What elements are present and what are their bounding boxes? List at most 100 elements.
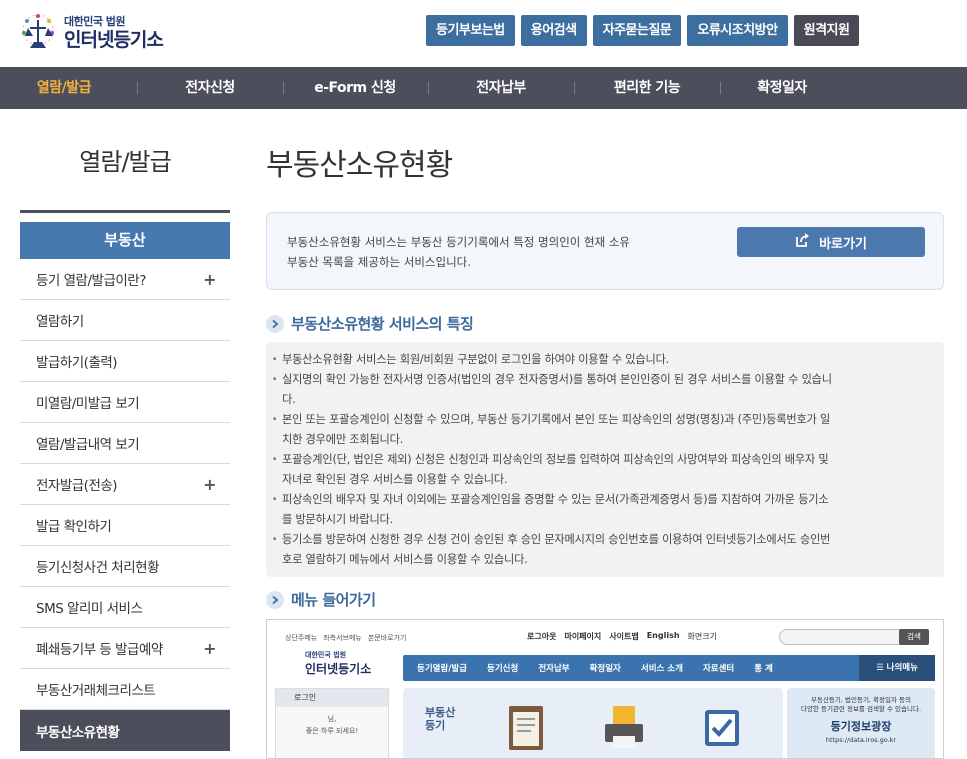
logo-subtitle: 대한민국 법원 <box>64 15 126 28</box>
sidebar-item-sms-alert[interactable]: SMS 알리미 서비스 <box>20 587 230 628</box>
sidebar-item-e-issue[interactable]: 전자발급(전송) + <box>20 464 230 505</box>
sidebar-item-trade-checklist[interactable]: 부동산거래체크리스트 <box>20 669 230 710</box>
preview-nav-item: 전자납부 <box>538 664 570 674</box>
utility-buttons: 등기부보는법 용어검색 자주묻는질문 오류시조치방안 원격지원 <box>426 15 860 46</box>
sidebar-item-label: 발급하기(출력) <box>36 355 118 371</box>
gnb-view-issue[interactable]: 열람/발급 <box>22 67 106 109</box>
intro-text: 부동산소유현황 서비스는 부동산 등기기록에서 특정 명의인이 현재 소유 부동… <box>287 232 707 272</box>
feature-line: 피상속인의 배우자 및 자녀 이외에는 포괄승계인임을 증명할 수 있는 문서(… <box>282 493 829 506</box>
external-link-icon <box>795 232 811 252</box>
preview-logo-subtitle: 대한민국 법원 <box>305 651 347 659</box>
error-fix-button[interactable]: 오류시조치방안 <box>687 15 788 46</box>
term-search-button[interactable]: 용어검색 <box>520 15 587 46</box>
gnb-divider <box>137 82 138 94</box>
sidebar-title: 열람/발급 <box>79 148 171 176</box>
menu-icon: ☰ <box>876 663 884 673</box>
sidebar-item-label: 부동산거래체크리스트 <box>36 683 156 699</box>
preview-my-menu-label: 나의메뉴 <box>886 663 918 673</box>
faq-button[interactable]: 자주묻는질문 <box>592 15 682 46</box>
preview-search-box <box>779 629 909 645</box>
feature-line: 부동산소유현황 서비스는 회원/비회원 구분없이 로그인을 하여야 이용할 수 … <box>282 353 670 366</box>
expand-icon: + <box>203 638 216 658</box>
preview-data-plaza-title: 등기정보광장 <box>830 720 892 733</box>
intro-box: 부동산소유현황 서비스는 부동산 등기기록에서 특정 명의인이 현재 소유 부동… <box>266 212 944 290</box>
features-box: 부동산소유현황 서비스는 회원/비회원 구분없이 로그인을 하여야 이용할 수 … <box>266 342 944 577</box>
menu-preview-image: 상단주메뉴 좌측서브메뉴 본문바로가기 로그아웃 마이페이지 사이트맵 Engl… <box>266 619 944 759</box>
sidebar-menu: 등기 열람/발급이란? + 열람하기 발급하기(출력) 미열람/미발급 보기 열람… <box>20 259 230 751</box>
chevron-right-icon <box>266 314 284 333</box>
page-title: 부동산소유현황 <box>266 148 453 183</box>
sidebar-item-view[interactable]: 열람하기 <box>20 300 230 341</box>
preview-login-line: 좋은 하루 되세요! <box>305 727 359 735</box>
site-logo[interactable]: 대한민국 법원 인터넷등기소 <box>18 6 188 58</box>
sidebar-item-what-is-view-issue[interactable]: 등기 열람/발급이란? + <box>20 259 230 300</box>
preview-data-plaza-line: 다양한 등기관련 정보를 검색할 수 있습니다. <box>800 705 922 713</box>
preview-skip-link: 좌측서브메뉴 <box>323 634 362 642</box>
preview-nav-item: 자료센터 <box>702 664 735 674</box>
remote-support-button[interactable]: 원격지원 <box>793 15 860 46</box>
preview-login-header: 로그인 <box>276 689 388 707</box>
feature-line: 다. <box>282 393 296 406</box>
sidebar-item-label: 열람/발급내역 보기 <box>36 437 140 453</box>
chevron-right-icon <box>266 590 284 609</box>
sidebar-item-history[interactable]: 열람/발급내역 보기 <box>20 423 230 464</box>
gnb-e-application[interactable]: 전자신청 <box>168 67 252 109</box>
gnb-fixed-date[interactable]: 확정일자 <box>740 67 824 109</box>
gnb-eform[interactable]: e-Form 신청 <box>305 67 405 109</box>
expand-icon: + <box>203 474 216 494</box>
menu-entry-title: 메뉴 들어가기 <box>291 591 376 609</box>
preview-login-box: 로그인 님, 좋은 하루 되세요! <box>275 688 389 758</box>
features-heading: 부동산소유현황 서비스의 특징 <box>266 313 474 334</box>
feature-item: 실지명의 확인 가능한 전자서명 인증서(법인의 경우 전자증명서)를 통하여 … <box>272 370 938 410</box>
feature-item: 피상속인의 배우자 및 자녀 이외에는 포괄승계인임을 증명할 수 있는 문서(… <box>272 490 938 530</box>
sidebar-item-verify-issue[interactable]: 발급 확인하기 <box>20 505 230 546</box>
sidebar-item-label: 등기 열람/발급이란? <box>36 273 146 289</box>
preview-top-link: English <box>646 631 680 640</box>
feature-line: 등기소를 방문하여 신청한 경우 신청 건이 승인된 후 승인 문자메시지의 승… <box>282 533 831 546</box>
preview-nav-item: 등기신청 <box>487 664 519 674</box>
gnb-divider <box>720 82 721 94</box>
preview-skip-links: 상단주메뉴 좌측서브메뉴 본문바로가기 <box>285 633 406 643</box>
gnb-e-payment[interactable]: 전자납부 <box>459 67 543 109</box>
feature-line: 치한 경우에만 조회됩니다. <box>282 433 404 446</box>
preview-nav-item: 등기열람/발급 <box>417 664 468 674</box>
feature-line: 포괄승계인(단, 법인은 제외) 신청은 신청인과 피상속인의 정보를 입력하여… <box>282 453 829 466</box>
preview-skip-link: 상단주메뉴 <box>285 634 318 642</box>
feature-item: 포괄승계인(단, 법인은 제외) 신청은 신청인과 피상속인의 정보를 입력하여… <box>272 450 938 490</box>
preview-my-menu: ☰ 나의메뉴 <box>859 655 935 681</box>
preview-banner: 부동산 등기 <box>403 688 783 758</box>
gnb-divider <box>283 82 284 94</box>
preview-banner-line: 부동산 <box>425 706 456 719</box>
sidebar-item-closed-register-reservation[interactable]: 폐쇄등기부 등 발급예약 + <box>20 628 230 669</box>
preview-skip-link: 본문바로가기 <box>367 634 407 642</box>
sidebar-item-ownership-status[interactable]: 부동산소유현황 <box>20 710 230 751</box>
preview-banner-line: 등기 <box>425 719 446 732</box>
menu-entry-heading: 메뉴 들어가기 <box>266 589 376 610</box>
preview-login-line: 님, <box>327 715 337 723</box>
sidebar-category[interactable]: 부동산 <box>20 222 230 259</box>
feature-item: 등기소를 방문하여 신청한 경우 신청 건이 승인된 후 승인 문자메시지의 승… <box>272 530 938 570</box>
sidebar-item-label: 부동산소유현황 <box>36 724 120 741</box>
preview-top-links: 로그아웃 마이페이지 사이트맵 English 화면크기 <box>527 631 717 642</box>
gnb-convenient-features[interactable]: 편리한 기능 <box>598 67 696 109</box>
preview-logo: 대한민국 법원 인터넷등기소 <box>285 650 371 677</box>
sidebar-item-label: SMS 알리미 서비스 <box>36 601 143 617</box>
preview-data-plaza-desc: 부동산등기, 법인등기, 확정일자 등의 다양한 등기관련 정보를 검색할 수 … <box>787 688 935 714</box>
feature-item: 본인 또는 포괄승계인이 신청할 수 있으며, 부동산 등기기록에서 본인 또는… <box>272 410 938 450</box>
sidebar-divider <box>20 210 230 213</box>
gnb-divider <box>574 82 575 94</box>
feature-line: 본인 또는 포괄승계인이 신청할 수 있으며, 부동산 등기기록에서 본인 또는… <box>282 413 831 426</box>
intro-line: 부동산 목록을 제공하는 서비스입니다. <box>287 255 471 269</box>
sidebar-item-case-status[interactable]: 등기신청사건 처리현황 <box>20 546 230 587</box>
go-button[interactable]: 바로가기 <box>737 227 925 257</box>
preview-service-icons <box>503 702 745 752</box>
feature-item: 부동산소유현황 서비스는 회원/비회원 구분없이 로그인을 하여야 이용할 수 … <box>272 350 938 370</box>
document-icon <box>503 702 549 752</box>
feature-line: 자녀로 확인된 경우 서비스를 이용할 수 있습니다. <box>282 473 508 486</box>
preview-data-plaza-line: 부동산등기, 법인등기, 확정일자 등의 <box>810 696 912 704</box>
registry-guide-button[interactable]: 등기부보는법 <box>426 15 515 46</box>
sidebar-item-label: 미열람/미발급 보기 <box>36 396 140 412</box>
go-button-label: 바로가기 <box>819 236 867 252</box>
sidebar-item-issue[interactable]: 발급하기(출력) <box>20 341 230 382</box>
sidebar-item-unviewed[interactable]: 미열람/미발급 보기 <box>20 382 230 423</box>
